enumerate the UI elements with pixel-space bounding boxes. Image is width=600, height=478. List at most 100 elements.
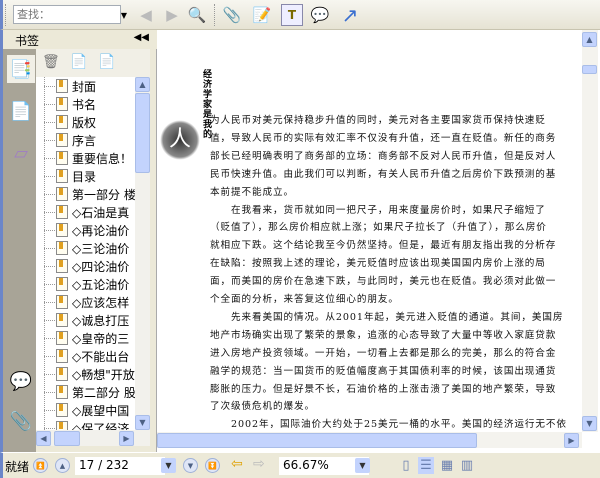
- bookmark-label: ◇畅想"开放: [72, 367, 135, 382]
- text-line: 先来看美国的情况。从2001年起，美元进入贬值的通道。其间，美国房: [210, 311, 564, 323]
- move-bookmark-icon[interactable]: 📄: [98, 54, 115, 70]
- next-page-icon[interactable]: ▼: [183, 458, 198, 473]
- document-horizontal-scrollbar[interactable]: ▶: [157, 432, 582, 448]
- bookmark-label: ◇诚息打压: [72, 313, 130, 328]
- scroll-thumb[interactable]: [157, 433, 477, 448]
- scroll-thumb[interactable]: [54, 431, 80, 446]
- text-line: 2002年，国际油价大约处于25美元一桶的水平。美国的经济运行无不依: [210, 419, 567, 431]
- bookmark-item[interactable]: ◇再论油价: [36, 221, 135, 239]
- single-page-view-icon[interactable]: ▯: [398, 457, 414, 474]
- last-page-icon[interactable]: ⏬: [205, 458, 220, 473]
- page-number-input[interactable]: 17 / 232: [75, 457, 165, 475]
- bookmark-tree: 封面 书名 版权 序言 重要信息！ 目录 第一部分 楼 ◇石油是真 ◇再论油价 ◇三论油价 ◇四论油…: [36, 77, 135, 430]
- text-line: 就相应下跌。这个结论我至今仍然坚持。但是，最近有朋友指出我的分析存: [210, 240, 557, 252]
- bookmark-item[interactable]: ◇皇帝的三: [36, 329, 135, 347]
- bookmark-item[interactable]: 序言: [36, 131, 135, 149]
- comment-icon[interactable]: 💬: [309, 4, 331, 26]
- bookmark-item[interactable]: ◇诚息打压: [36, 311, 135, 329]
- bookmark-vertical-scrollbar[interactable]: ▲ ▼: [135, 77, 150, 430]
- comments-tab-icon[interactable]: 💬: [7, 367, 35, 395]
- arrow-tool-icon[interactable]: ↗: [339, 3, 361, 27]
- search-dropdown-icon[interactable]: ▼: [119, 4, 129, 26]
- bookmark-item[interactable]: 版权: [36, 113, 135, 131]
- bookmark-item[interactable]: 目录: [36, 167, 135, 185]
- find-next-icon[interactable]: ▶: [161, 4, 183, 26]
- document-vertical-scrollbar[interactable]: ▲ ▼: [582, 30, 598, 432]
- continuous-facing-view-icon[interactable]: ▥: [459, 457, 475, 474]
- sidebar-header: 书签 ◀◀: [0, 30, 155, 49]
- text-line: 面，而美国的房价在急速下跌，与此同时，美元也在贬值。我必须对此做一: [210, 276, 557, 288]
- bookmark-item[interactable]: 第二部分 股: [36, 383, 135, 401]
- scroll-left-icon[interactable]: ◀: [36, 431, 51, 446]
- bookmark-icon: [56, 385, 68, 399]
- bookmark-icon: [56, 277, 68, 291]
- bookmark-item[interactable]: ◇展望中国: [36, 401, 135, 419]
- facing-view-icon[interactable]: ▦: [439, 457, 455, 474]
- bookmark-icon: [56, 349, 68, 363]
- scroll-down-icon[interactable]: ▼: [582, 416, 597, 431]
- forward-icon[interactable]: ⇨: [253, 456, 265, 472]
- paperclip-icon[interactable]: 📎: [221, 4, 243, 26]
- page-dropdown-icon[interactable]: ▼: [161, 458, 176, 473]
- continuous-view-icon[interactable]: ☰: [418, 457, 434, 474]
- scroll-down-icon[interactable]: ▼: [135, 415, 150, 430]
- bookmark-item[interactable]: ◇保了经济: [36, 419, 135, 430]
- scroll-up-icon[interactable]: ▲: [135, 77, 150, 92]
- find-previous-icon[interactable]: ◀: [135, 4, 157, 26]
- bookmark-label: ◇三论油价: [72, 241, 130, 256]
- status-bar: 就绪 ⏫ ▲ 17 / 232 ▼ ▼ ⏬ ⇦ ⇨ 66.67% ▼ ▯ ☰ ▦…: [0, 452, 600, 478]
- bookmark-item[interactable]: ◇不能出台: [36, 347, 135, 365]
- scroll-up-icon[interactable]: ▲: [582, 32, 597, 47]
- toolbar-grip[interactable]: [5, 4, 8, 26]
- back-icon[interactable]: ⇦: [231, 456, 243, 472]
- first-page-icon[interactable]: ⏫: [33, 458, 48, 473]
- attachments-tab-icon[interactable]: 📎: [7, 407, 35, 435]
- bookmark-label: 第二部分 股: [72, 385, 135, 400]
- scroll-right-icon[interactable]: ▶: [119, 431, 134, 446]
- bookmark-icon: [56, 223, 68, 237]
- search-input[interactable]: [13, 5, 121, 24]
- bookmark-item[interactable]: 书名: [36, 95, 135, 113]
- bookmark-horizontal-scrollbar[interactable]: ◀ ▶: [36, 430, 150, 446]
- bookmark-icon: [56, 151, 68, 165]
- bookmark-item[interactable]: 重要信息！: [36, 149, 135, 167]
- bookmark-label: ◇不能出台: [72, 349, 130, 364]
- bookmarks-tab-icon[interactable]: 📑: [7, 55, 35, 83]
- delete-bookmark-icon[interactable]: 🗑: [42, 54, 60, 70]
- scroll-thumb[interactable]: [582, 65, 597, 74]
- text-tool-icon[interactable]: T: [281, 4, 303, 26]
- search-icon[interactable]: 🔍: [186, 4, 208, 26]
- text-line: 个全面的分析，来答复这位细心的朋友。: [210, 294, 399, 305]
- scroll-thumb[interactable]: [135, 93, 150, 173]
- add-bookmark-icon[interactable]: 📄: [70, 54, 87, 70]
- bookmark-item[interactable]: ◇畅想"开放: [36, 365, 135, 383]
- sidebar-splitter[interactable]: [150, 49, 157, 452]
- collapse-sidebar-icon[interactable]: ◀◀: [134, 32, 149, 43]
- text-line: 进入房地产投资领域。一开始，一切看上去都是那么的完美，那么的符合金: [210, 347, 557, 359]
- text-line: （贬值了），那么房价相应就上涨；如果尺子拉长了（升值了），那么房价: [210, 222, 547, 234]
- pages-tab-icon[interactable]: 📄: [7, 97, 35, 125]
- document-view: 经济学家是我的 人 为人民币对美元保持稳步升值的同时，美元对各主要国家货币保持快…: [157, 30, 600, 452]
- zoom-dropdown-icon[interactable]: ▼: [355, 458, 370, 473]
- bookmark-item[interactable]: ◇应该怎样: [36, 293, 135, 311]
- text-line: 地产市场确实出现了繁荣的景象，追涨的心态导致了大量中等收入家庭贷款: [210, 329, 557, 341]
- bookmark-item[interactable]: ◇五论油价: [36, 275, 135, 293]
- bookmark-icon: [56, 205, 68, 219]
- bookmark-label: ◇保了经济: [72, 421, 130, 431]
- logo-brush-icon: 人: [160, 120, 200, 160]
- text-line: 值，导致人民币的实际有效汇率不仅没有升值，还一直在贬值。新任的商务: [210, 132, 557, 144]
- bookmark-item[interactable]: ◇三论油价: [36, 239, 135, 257]
- scroll-right-icon[interactable]: ▶: [564, 433, 579, 448]
- bookmark-label: 目录: [72, 169, 97, 184]
- bookmark-toolbar: 🗑 📄 📄: [36, 49, 155, 77]
- previous-page-icon[interactable]: ▲: [55, 458, 70, 473]
- bookmark-icon: [56, 187, 68, 201]
- tree-connector: [44, 77, 45, 430]
- bookmark-item[interactable]: 封面: [36, 77, 135, 95]
- layers-tab-icon[interactable]: ▱: [7, 139, 35, 167]
- bookmark-item[interactable]: 第一部分 楼: [36, 185, 135, 203]
- bookmark-item[interactable]: ◇四论油价: [36, 257, 135, 275]
- bookmark-icon: [56, 259, 68, 273]
- bookmark-item[interactable]: ◇石油是真: [36, 203, 135, 221]
- note-edit-icon[interactable]: 📝: [251, 4, 273, 26]
